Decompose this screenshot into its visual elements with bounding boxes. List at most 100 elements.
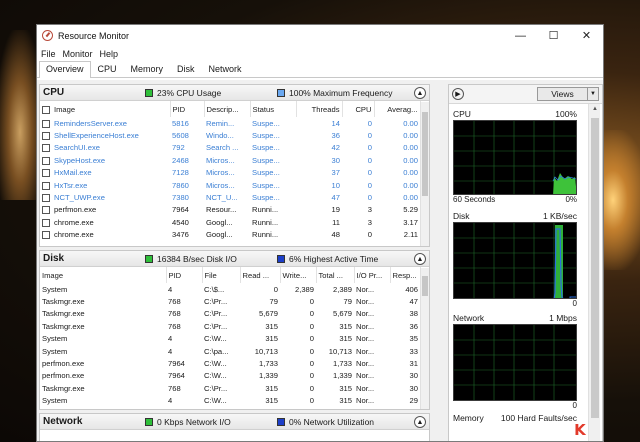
disk-activity-row[interactable]: Taskmgr.exe 768 C:\Pr... 315 0 315 Nor... 36 bbox=[40, 320, 420, 332]
disk-scrollbar[interactable] bbox=[420, 268, 429, 409]
cpu-col-status[interactable]: Status bbox=[250, 101, 297, 117]
collapse-chevron-icon[interactable]: ▲ bbox=[414, 416, 426, 428]
disk-cell-file: C:\W... bbox=[204, 334, 227, 344]
cpu-cell-pid: 5816 bbox=[172, 118, 189, 128]
cpu-process-row[interactable]: perfmon.exe 7964 Resour... Runni... 19 3 5.29 bbox=[40, 204, 420, 216]
menu-file[interactable]: File bbox=[41, 49, 61, 59]
process-checkbox[interactable] bbox=[42, 144, 50, 153]
process-checkbox[interactable] bbox=[42, 194, 50, 203]
disk-cell-file: C:\Pr... bbox=[204, 297, 228, 307]
process-checkbox[interactable] bbox=[42, 156, 50, 165]
cpu-cell-status: Runni... bbox=[252, 217, 279, 227]
disk-activity-row[interactable]: perfmon.exe 7964 C:\W... 1,339 0 1,339 Nor... 3… bbox=[40, 370, 420, 382]
disk-col-response[interactable]: Resp... bbox=[390, 267, 421, 283]
cpu-col-threads[interactable]: Threads bbox=[296, 101, 343, 117]
disk-col-read[interactable]: Read ... bbox=[240, 267, 281, 283]
disk-graph-label: Disk bbox=[453, 211, 470, 221]
cpu-process-row[interactable]: chrome.exe 3476 Googl... Runni... 48 0 2.11 bbox=[40, 229, 420, 241]
cpu-col-image[interactable]: Image bbox=[40, 101, 171, 117]
collapse-chevron-icon[interactable]: ▲ bbox=[414, 87, 426, 99]
disk-cell-total: 315 bbox=[339, 383, 352, 393]
disk-activity-row[interactable]: System 4 C:\W... 315 0 315 Nor... 35 bbox=[40, 333, 420, 345]
disk-activity-row[interactable]: System 4 C:\$... 0 2,389 2,389 Nor... 406 bbox=[40, 283, 420, 295]
disk-activity-row[interactable]: Taskmgr.exe 768 C:\Pr... 315 0 315 Nor... 30 bbox=[40, 382, 420, 394]
tab-overview[interactable]: Overview bbox=[39, 61, 91, 78]
disk-col-pid[interactable]: PID bbox=[166, 267, 203, 283]
cpu-process-row[interactable]: NCT_UWP.exe 7380 NCT_U... Suspe... 47 0 0.00 bbox=[40, 191, 420, 203]
disk-cell-response: 31 bbox=[409, 359, 418, 369]
graphs-scrollbar[interactable]: ▲ bbox=[588, 104, 601, 441]
cpu-process-row[interactable]: RemindersServer.exe 5816 Remin... Suspe... 1… bbox=[40, 117, 420, 129]
network-section-header[interactable]: Network 0 Kbps Network I/O 0% Network Ut… bbox=[40, 414, 429, 430]
disk-activity-row[interactable]: Taskmgr.exe 768 C:\Pr... 5,679 0 5,679 Nor... 3… bbox=[40, 308, 420, 320]
cpu-process-row[interactable]: chrome.exe 4540 Googl... Runni... 11 3 3.17 bbox=[40, 216, 420, 228]
disk-cell-io-priority: Nor... bbox=[356, 371, 375, 381]
cpu-cell-pid: 7128 bbox=[172, 168, 189, 178]
cpu-col-average[interactable]: Averag... bbox=[374, 101, 421, 117]
process-checkbox[interactable] bbox=[42, 231, 50, 240]
disk-activity-row[interactable]: Taskmgr.exe 768 C:\Pr... 79 0 79 Nor... 47 bbox=[40, 295, 420, 307]
resource-monitor-window: Resource Monitor — ☐ ✕ File Monitor Help… bbox=[36, 24, 604, 442]
cpu-cell-threads: 11 bbox=[332, 217, 340, 227]
cpu-section-header[interactable]: CPU 23% CPU Usage 100% Maximum Frequency… bbox=[40, 85, 429, 101]
process-checkbox[interactable] bbox=[42, 169, 50, 178]
close-button[interactable]: ✕ bbox=[570, 25, 603, 46]
disk-table-header: Image PID File Read ... Write... Total .… bbox=[40, 267, 421, 283]
disk-col-image[interactable]: Image bbox=[40, 267, 167, 283]
disk-cell-read: 10,713 bbox=[254, 346, 278, 356]
tab-cpu[interactable]: CPU bbox=[91, 61, 124, 77]
disk-graph-max: 1 KB/sec bbox=[542, 211, 577, 221]
cpu-cell-description: Googl... bbox=[206, 217, 233, 227]
process-checkbox[interactable] bbox=[42, 119, 50, 128]
cpu-col-pid[interactable]: PID bbox=[170, 101, 205, 117]
cpu-process-row[interactable]: HxMail.exe 7128 Micros... Suspe... 37 0 0.00 bbox=[40, 167, 420, 179]
disk-cell-pid: 4 bbox=[168, 284, 173, 294]
disk-cell-write: 0 bbox=[309, 334, 314, 344]
tab-network[interactable]: Network bbox=[202, 61, 249, 77]
cpu-process-row[interactable]: SearchUI.exe 792 Search ... Suspe... 42 0 0.00 bbox=[40, 142, 420, 154]
cpu-cell-cpu: 0 bbox=[367, 131, 372, 141]
overview-content: CPU 23% CPU Usage 100% Maximum Frequency… bbox=[37, 80, 603, 441]
disk-scroll-thumb[interactable] bbox=[422, 276, 428, 296]
cpu-scrollbar[interactable] bbox=[420, 102, 429, 246]
process-checkbox[interactable] bbox=[42, 181, 50, 190]
disk-cell-pid: 768 bbox=[168, 297, 181, 307]
views-label: Views bbox=[551, 89, 574, 99]
disk-cell-read: 315 bbox=[265, 383, 278, 393]
menu-monitor[interactable]: Monitor bbox=[63, 49, 98, 59]
cpu-scroll-thumb[interactable] bbox=[422, 112, 428, 196]
tab-bar: Overview CPU Memory Disk Network bbox=[37, 61, 603, 78]
graphs-scroll-thumb[interactable] bbox=[591, 118, 599, 418]
cpu-process-row[interactable]: HxTsr.exe 7860 Micros... Suspe... 10 0 0.00 bbox=[40, 179, 420, 191]
cpu-process-row[interactable]: ShellExperienceHost.exe 5608 Windo... Suspe… bbox=[40, 129, 420, 141]
disk-cell-io-priority: Nor... bbox=[356, 396, 375, 406]
tab-disk[interactable]: Disk bbox=[170, 61, 202, 77]
disk-col-total[interactable]: Total ... bbox=[316, 267, 355, 283]
disk-col-write[interactable]: Write... bbox=[280, 267, 317, 283]
process-checkbox[interactable] bbox=[42, 218, 50, 227]
disk-cell-total: 315 bbox=[339, 396, 352, 406]
process-checkbox[interactable] bbox=[42, 132, 50, 141]
cpu-process-row[interactable]: SkypeHost.exe 2468 Micros... Suspe... 30 0 0.0… bbox=[40, 154, 420, 166]
views-dropdown[interactable]: Views ▼ bbox=[537, 87, 599, 101]
disk-section-header[interactable]: Disk 16384 B/sec Disk I/O 6% Highest Act… bbox=[40, 251, 429, 267]
disk-io-swatch bbox=[145, 254, 153, 263]
scroll-up-icon[interactable]: ▲ bbox=[589, 106, 601, 112]
collapse-chevron-icon[interactable]: ▲ bbox=[414, 253, 426, 265]
maximize-button[interactable]: ☐ bbox=[537, 25, 570, 46]
expand-chevron-icon[interactable]: ▶ bbox=[452, 88, 464, 100]
disk-col-file[interactable]: File bbox=[202, 267, 241, 283]
minimize-button[interactable]: — bbox=[504, 25, 537, 46]
cpu-col-description[interactable]: Descrip... bbox=[204, 101, 251, 117]
menu-help[interactable]: Help bbox=[100, 49, 124, 59]
cpu-col-cpu[interactable]: CPU bbox=[342, 101, 375, 117]
process-checkbox[interactable] bbox=[42, 206, 50, 215]
tab-memory[interactable]: Memory bbox=[124, 61, 171, 77]
disk-col-io-priority[interactable]: I/O Pr... bbox=[354, 267, 391, 283]
disk-activity-row[interactable]: perfmon.exe 7964 C:\W... 1,733 0 1,733 Nor... 3… bbox=[40, 357, 420, 369]
disk-activity-row[interactable]: System 4 C:\pa... 10,713 0 10,713 Nor... 33 bbox=[40, 345, 420, 357]
select-all-checkbox[interactable] bbox=[42, 105, 50, 114]
cpu-usage-text: 23% CPU Usage bbox=[157, 87, 222, 98]
disk-activity-row[interactable]: System 4 C:\W... 315 0 315 Nor... 29 bbox=[40, 395, 420, 407]
background-light-right bbox=[598, 130, 640, 270]
